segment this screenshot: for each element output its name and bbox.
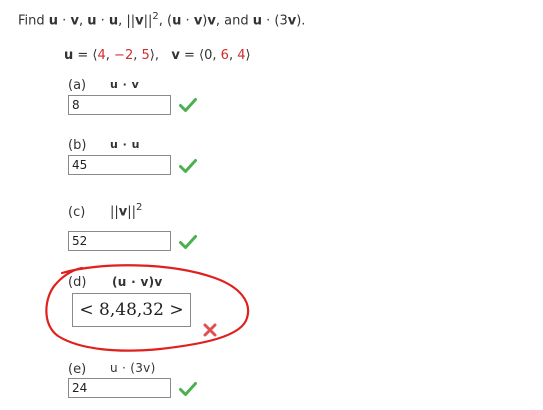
- part-c-norm-v: v: [118, 204, 128, 220]
- part-a-letter: (a): [68, 78, 87, 93]
- given-vectors: u = ⟨4, −2, 5⟩, v = ⟨0, 6, 4⟩: [64, 48, 251, 63]
- given-u-b: −2: [114, 48, 134, 63]
- prompt-u4: u: [252, 13, 262, 29]
- given-v-close: ⟩: [245, 48, 251, 63]
- prompt-find: Find: [18, 13, 45, 29]
- prompt-dot4: · (3: [261, 13, 288, 29]
- prompt-sep4: , and: [215, 13, 253, 29]
- prompt-uv-vec: v: [207, 13, 216, 29]
- part-b-expression: u · u: [110, 138, 140, 151]
- prompt-sep1: ,: [78, 13, 88, 29]
- given-u-c1: ,: [105, 48, 115, 63]
- part-c-answer-input[interactable]: 52: [68, 231, 171, 251]
- given-v-eq: = ⟨: [179, 48, 205, 63]
- part-c-norm-open: ||: [110, 204, 119, 220]
- part-e-letter: (e): [68, 362, 87, 377]
- prompt-v4: v: [287, 13, 297, 29]
- part-a-expression: u · v: [110, 78, 140, 91]
- prompt-norm-v: v: [135, 13, 144, 29]
- prompt-v1: v: [70, 13, 79, 29]
- part-b-answer-input[interactable]: 45: [68, 155, 171, 175]
- prompt-u3: u: [108, 13, 119, 29]
- given-v-c2: ,: [228, 48, 238, 63]
- prompt-end: ).: [296, 13, 306, 29]
- part-c-letter: (c): [68, 205, 86, 220]
- prompt-sep3: , (: [158, 13, 173, 29]
- given-u-eq: = ⟨: [73, 48, 98, 63]
- part-a-answer-input[interactable]: 8: [68, 95, 171, 115]
- problem-prompt: Find u · v, u · u, ||v||2, (u · v)v, and…: [18, 11, 305, 28]
- given-v-label: v: [171, 48, 180, 63]
- check-icon: [179, 159, 197, 173]
- given-u-a: 4: [97, 48, 106, 63]
- part-b-letter: (b): [68, 138, 87, 153]
- check-icon: [179, 382, 197, 396]
- part-c-expression: ||v||2: [110, 202, 142, 219]
- part-e-answer-input[interactable]: 24: [68, 378, 171, 398]
- given-v-b: 6: [220, 48, 229, 63]
- prompt-dot2: ·: [96, 13, 109, 29]
- check-icon: [179, 98, 197, 112]
- given-v-c1: ,: [212, 48, 221, 63]
- given-u-close: ⟩,: [149, 48, 159, 63]
- prompt-dot1: ·: [58, 13, 71, 29]
- part-c-norm-close: ||: [127, 204, 137, 220]
- part-d-expression: (u · v)v: [112, 275, 163, 289]
- part-e-expression: u · (3v): [110, 361, 156, 375]
- part-d-letter: (d): [68, 275, 87, 290]
- prompt-uv-dot: ·: [181, 13, 194, 29]
- given-u-c: 5: [141, 48, 150, 63]
- check-icon: [179, 235, 197, 249]
- prompt-u1: u: [48, 13, 59, 29]
- given-u-label: u: [64, 48, 74, 63]
- cross-icon: [203, 323, 217, 337]
- part-d-answer-input[interactable]: < 8,48,32 >: [72, 293, 191, 327]
- prompt-norm-open: ||: [126, 13, 136, 29]
- part-c-square: 2: [136, 202, 143, 213]
